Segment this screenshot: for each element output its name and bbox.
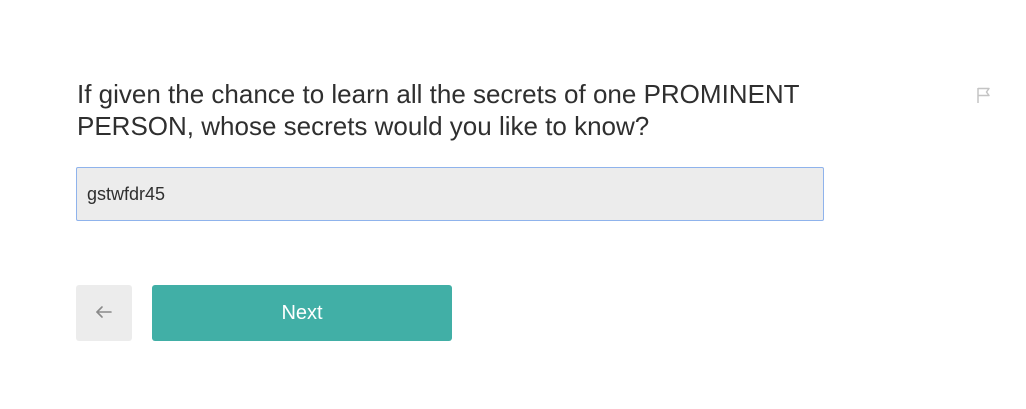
arrow-left-icon	[95, 305, 113, 322]
flag-icon[interactable]	[975, 86, 993, 104]
question-text: If given the chance to learn all the sec…	[77, 79, 800, 141]
back-button[interactable]	[76, 285, 132, 341]
next-button[interactable]: Next	[152, 285, 452, 341]
answer-input[interactable]	[76, 167, 824, 221]
